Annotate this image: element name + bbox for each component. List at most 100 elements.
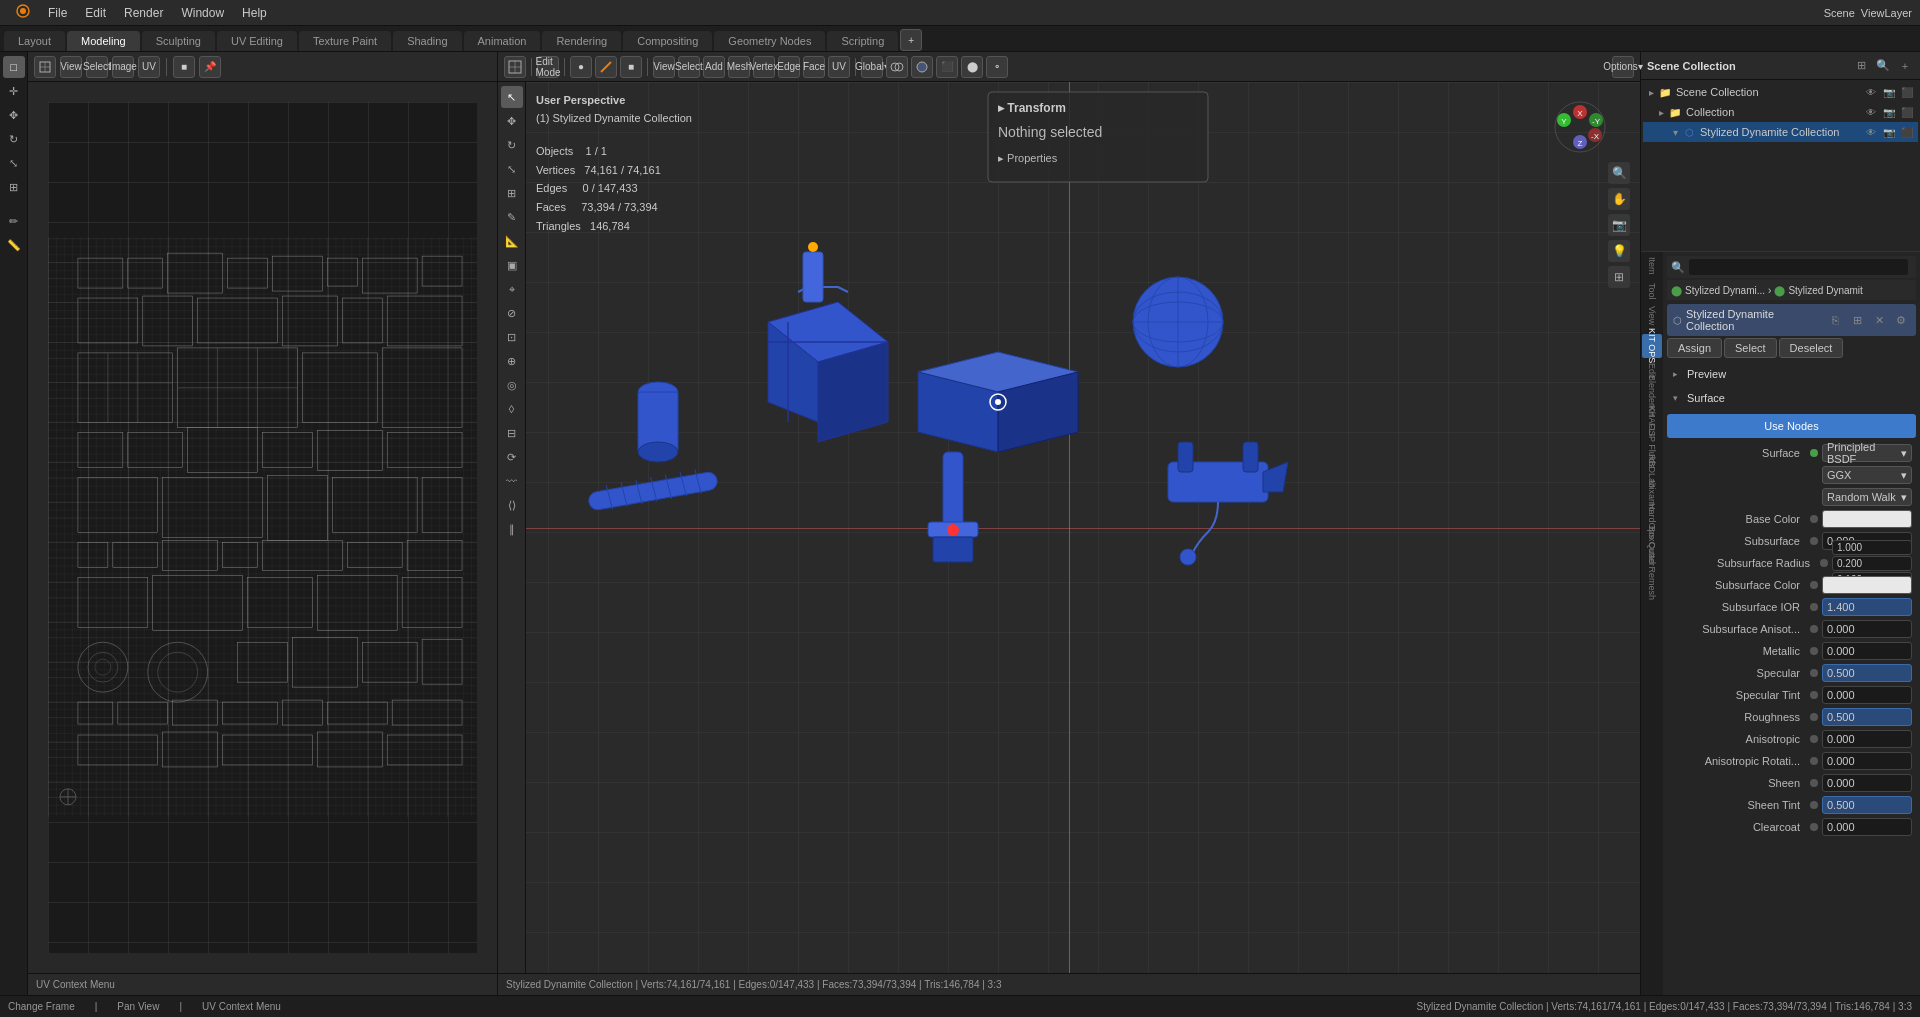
anisotropic-value[interactable]: 0.000 [1822, 730, 1912, 748]
tool-spin[interactable]: ⟳ [501, 446, 523, 468]
select-button[interactable]: Select [1724, 338, 1777, 358]
edit-mode-btn[interactable]: Edit Mode [537, 56, 559, 78]
tab-shading[interactable]: Shading [393, 31, 461, 51]
tab-quad-remesh[interactable]: Quad Remesh [1642, 559, 1662, 583]
uv-btn[interactable]: UV [828, 56, 850, 78]
outliner-scene-collection[interactable]: ▸ 📁 Scene Collection 👁 📷 ⬛ [1643, 82, 1918, 102]
menu-edit[interactable]: Edit [77, 4, 114, 22]
preview-section[interactable]: ▸ Preview [1667, 362, 1916, 386]
tool-move[interactable]: ✥ [3, 104, 25, 126]
tab-sculpting[interactable]: Sculpting [142, 31, 215, 51]
outliner-search-btn[interactable]: 🔍 [1874, 57, 1892, 75]
3d-viewport[interactable]: ↖ ✥ ↻ ⤡ ⊞ ✎ 📐 ▣ ⌖ ⊘ ⊡ ⊕ ◎ ◊ ⊟ ⟳ 〰 ⟨⟩ ∥ [498, 82, 1640, 973]
surface-type-value[interactable]: Principled BSDF ▾ [1822, 444, 1912, 462]
tool-scale-3d[interactable]: ⤡ [501, 158, 523, 180]
anisotropic-row[interactable]: Anisotropic 0.000 [1667, 728, 1916, 750]
shading-solid-btn[interactable]: ⬛ [936, 56, 958, 78]
tool-smooth[interactable]: 〰 [501, 470, 523, 492]
tool-bevel[interactable]: ◊ [501, 398, 523, 420]
uv-view-btn[interactable]: View [60, 56, 82, 78]
tab-kit-ops[interactable]: KIT OPS [1642, 334, 1662, 358]
overlay-btn[interactable] [886, 56, 908, 78]
scene-collection-camera[interactable]: 📷 [1882, 85, 1896, 99]
uv-select-btn[interactable]: Select [86, 56, 108, 78]
subsurface-aniso-row[interactable]: Subsurface Anisot... 0.000 [1667, 618, 1916, 640]
stylized-collection-eye[interactable]: 👁 [1864, 125, 1878, 139]
specular-tint-value[interactable]: 0.000 [1822, 686, 1912, 704]
tab-geometry-nodes[interactable]: Geometry Nodes [714, 31, 825, 51]
tool-shear[interactable]: ∥ [501, 518, 523, 540]
surface-section-header[interactable]: ▾ Surface [1667, 386, 1916, 410]
random-walk-value[interactable]: Random Walk ▾ [1822, 488, 1912, 506]
metallic-row[interactable]: Metallic 0.000 [1667, 640, 1916, 662]
menu-file[interactable]: File [40, 4, 75, 22]
uv-image-btn[interactable]: Image [112, 56, 134, 78]
roughness-row[interactable]: Roughness 0.500 [1667, 706, 1916, 728]
uv-viewport[interactable] [28, 82, 497, 973]
subsurface-radius-row[interactable]: Subsurface Radius 1.000 0.200 0.100 [1667, 552, 1916, 574]
tab-modeling[interactable]: Modeling [67, 31, 140, 51]
base-color-swatch[interactable] [1822, 510, 1912, 528]
uv-pin-btn[interactable]: 📌 [199, 56, 221, 78]
tool-extrude[interactable]: ⊕ [501, 350, 523, 372]
viewport-search-btn[interactable]: 🔍 [1608, 162, 1630, 184]
tool-scale[interactable]: ⤡ [3, 152, 25, 174]
options-btn[interactable]: Options ▾ [1612, 56, 1634, 78]
tool-rotate[interactable]: ↻ [3, 128, 25, 150]
surface-type-row[interactable]: Surface Principled BSDF ▾ [1667, 442, 1916, 464]
anisotropic-rot-value[interactable]: 0.000 [1822, 752, 1912, 770]
uv-uv-btn[interactable]: UV [138, 56, 160, 78]
stylized-collection-cam[interactable]: 📷 [1882, 125, 1896, 139]
scene-collection-render[interactable]: ⬛ [1900, 85, 1914, 99]
viewport-camera-btn[interactable]: 📷 [1608, 214, 1630, 236]
face-btn[interactable]: Face [803, 56, 825, 78]
subsurface-radius-r[interactable]: 1.000 [1832, 540, 1912, 555]
menu-window[interactable]: Window [173, 4, 232, 22]
subsurface-color-row[interactable]: Subsurface Color [1667, 574, 1916, 596]
metallic-value[interactable]: 0.000 [1822, 642, 1912, 660]
shading-rendered-btn[interactable]: ⚬ [986, 56, 1008, 78]
breadcrumb-part1[interactable]: Stylized Dynami... [1685, 285, 1765, 296]
tool-bridge[interactable]: ⊟ [501, 422, 523, 444]
subsurface-ior-row[interactable]: Subsurface IOR 1.400 [1667, 596, 1916, 618]
tool-select-box[interactable]: □ [3, 56, 25, 78]
sheen-tint-value[interactable]: 0.500 [1822, 796, 1912, 814]
tool-cursor-3d[interactable]: ↖ [501, 86, 523, 108]
menu-help[interactable]: Help [234, 4, 275, 22]
collection-render-icon[interactable]: ⬛ [1900, 105, 1914, 119]
material-settings-btn[interactable]: ⚙ [1892, 311, 1910, 329]
tool-knife[interactable]: ⌖ [501, 278, 523, 300]
collection-camera-icon[interactable]: 📷 [1882, 105, 1896, 119]
material-copy-btn[interactable]: ⎘ [1826, 311, 1844, 329]
vertex-select-btn[interactable]: ● [570, 56, 592, 78]
vertex-btn[interactable]: Vertex [753, 56, 775, 78]
outliner-stylized-collection[interactable]: ▾ ⬡ Stylized Dynamite Collection 👁 📷 ⬛ [1643, 122, 1918, 142]
viewport-grid-btn[interactable]: ⊞ [1608, 266, 1630, 288]
viewport-light-btn[interactable]: 💡 [1608, 240, 1630, 262]
tab-uv-editing[interactable]: UV Editing [217, 31, 297, 51]
subsurface-radius-g[interactable]: 0.200 [1832, 556, 1912, 571]
tool-measure-3d[interactable]: 📐 [501, 230, 523, 252]
mesh-btn[interactable]: Mesh [728, 56, 750, 78]
viewport-hand-btn[interactable]: ✋ [1608, 188, 1630, 210]
tool-cursor[interactable]: ✛ [3, 80, 25, 102]
tool-add-cube[interactable]: ▣ [501, 254, 523, 276]
clearcoat-row[interactable]: Clearcoat 0.000 [1667, 816, 1916, 838]
view-btn[interactable]: View [653, 56, 675, 78]
base-color-row[interactable]: Base Color [1667, 508, 1916, 530]
tab-tool[interactable]: Tool [1642, 279, 1662, 303]
tab-animation[interactable]: Animation [464, 31, 541, 51]
add-workspace-button[interactable]: + [900, 29, 922, 51]
global-btn[interactable]: Global ▾ [861, 56, 883, 78]
face-select-btn[interactable]: ■ [620, 56, 642, 78]
anisotropic-rot-row[interactable]: Anisotropic Rotati... 0.000 [1667, 750, 1916, 772]
tab-layout[interactable]: Layout [4, 31, 65, 51]
navigation-gizmo[interactable]: X -X Y -Y Z [1550, 97, 1610, 159]
tab-item[interactable]: Item [1642, 254, 1662, 278]
sheen-value[interactable]: 0.000 [1822, 774, 1912, 792]
roughness-value[interactable]: 0.500 [1822, 708, 1912, 726]
outliner-new-btn[interactable]: + [1896, 57, 1914, 75]
properties-search-input[interactable] [1689, 259, 1908, 275]
outliner-collection[interactable]: ▸ 📁 Collection 👁 📷 ⬛ [1643, 102, 1918, 122]
tab-view[interactable]: View [1642, 304, 1662, 328]
